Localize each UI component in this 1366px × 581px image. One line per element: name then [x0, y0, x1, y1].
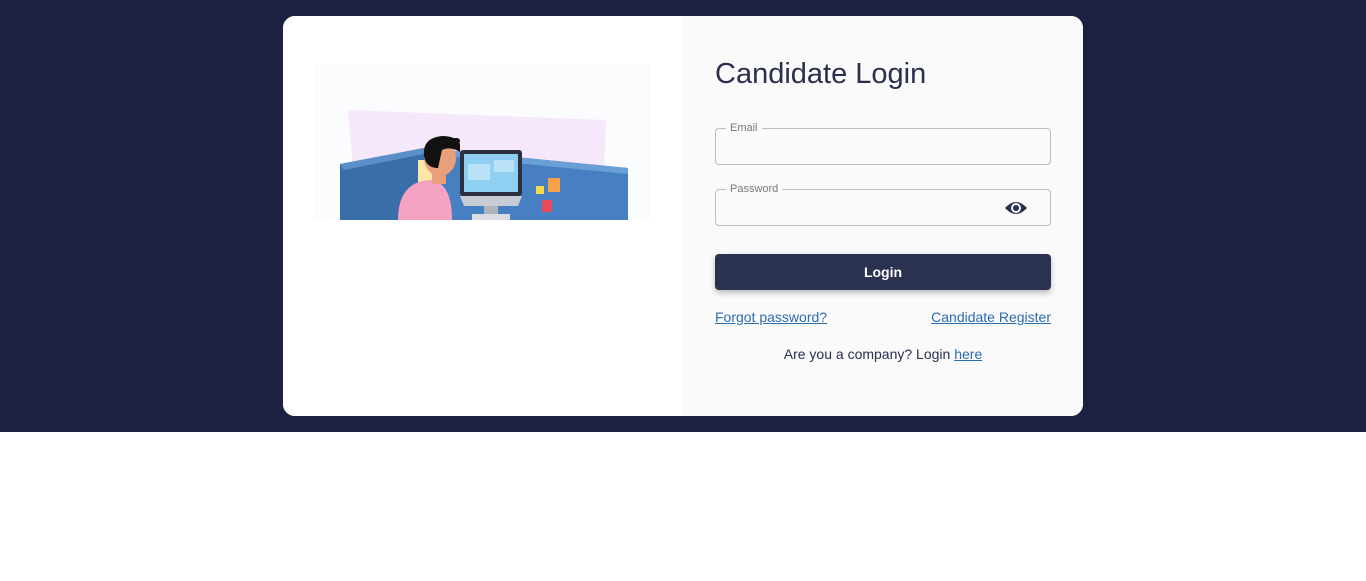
company-login-link[interactable]: here	[954, 346, 982, 362]
forgot-password-link[interactable]: Forgot password?	[715, 309, 827, 325]
eye-icon[interactable]	[1004, 198, 1028, 218]
password-field[interactable]: Password	[715, 182, 1051, 226]
email-label: Email	[726, 121, 762, 135]
email-field[interactable]: Email	[715, 121, 1051, 165]
company-login-prompt: Are you a company? Login here	[715, 346, 1051, 362]
login-card: Candidate Login Email Password Login For…	[283, 16, 1083, 416]
candidate-register-link[interactable]: Candidate Register	[931, 309, 1051, 325]
login-button[interactable]: Login	[715, 254, 1051, 290]
company-prompt-text: Are you a company? Login	[783, 346, 955, 362]
illustration-panel	[283, 16, 683, 416]
email-input[interactable]	[716, 129, 1050, 164]
person-at-desk-illustration	[314, 64, 650, 220]
password-label: Password	[726, 182, 783, 196]
page-title: Candidate Login	[715, 58, 927, 90]
login-form-panel: Candidate Login Email Password Login For…	[683, 16, 1083, 416]
